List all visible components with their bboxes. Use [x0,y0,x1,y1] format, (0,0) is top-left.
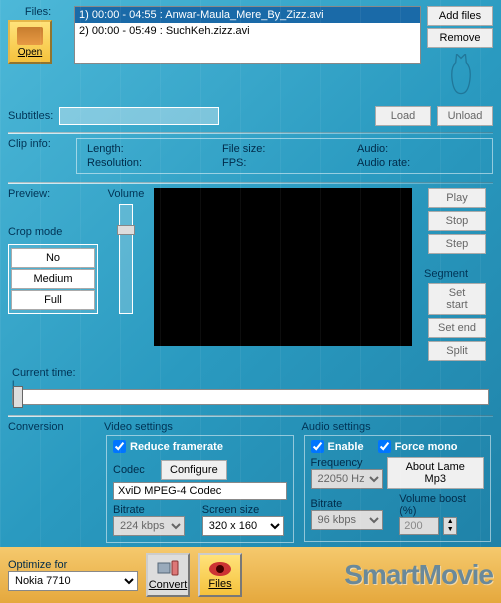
brand-logo: SmartMovie [344,559,493,591]
load-button[interactable]: Load [375,106,431,126]
remove-button[interactable]: Remove [427,28,493,48]
video-settings-label: Video settings [104,421,296,433]
open-button[interactable]: Open [8,20,52,64]
reduce-framerate-check[interactable]: Reduce framerate [113,440,223,453]
forcemono-check[interactable]: Force mono [378,440,458,453]
unload-button[interactable]: Unload [437,106,493,126]
files-label: Files: [8,6,68,18]
configure-button[interactable]: Configure [161,460,227,480]
setend-button[interactable]: Set end [428,318,486,338]
clipinfo-label: Clip info: [8,138,68,174]
clipinfo-panel: Length: File size: Audio: Resolution: FP… [76,138,493,174]
audio-bitrate-select[interactable]: 96 kbps [311,510,383,530]
frequency-select[interactable]: 22050 Hz [311,469,383,489]
fps-label: FPS: [222,157,347,169]
about-lame-button[interactable]: About Lame Mp3 [387,457,485,489]
volboost-label: Volume boost (%) [399,493,484,517]
eye-icon [208,560,232,578]
screensize-select[interactable]: 320 x 160 [202,516,284,536]
crop-full[interactable]: Full [11,290,95,310]
optimize-label: Optimize for [8,559,138,571]
resolution-label: Resolution: [87,157,212,169]
convert-icon [157,559,179,579]
cropmode-label: Crop mode [8,226,98,238]
add-files-button[interactable]: Add files [427,6,493,26]
volboost-field[interactable] [399,517,439,535]
audio-bitrate-label: Bitrate [311,498,396,510]
crop-medium[interactable]: Medium [11,269,95,289]
audiorate-label: Audio rate: [357,157,482,169]
volboost-stepper[interactable]: ▲▼ [443,517,457,535]
audio-settings-label: Audio settings [302,421,494,433]
codec-field[interactable] [113,482,287,500]
play-button[interactable]: Play [428,188,486,208]
crop-mode-group: No Medium Full [8,244,98,314]
conversion-label: Conversion [8,421,98,433]
enable-audio-check[interactable]: Enable [311,440,364,453]
list-item[interactable]: 1) 00:00 - 04:55 : Anwar-Maula_Mere_By_Z… [75,7,420,23]
preview-video [154,188,412,346]
frequency-label: Frequency [311,457,383,469]
setstart-button[interactable]: Set start [428,283,486,315]
video-bitrate-select[interactable]: 224 kbps [113,516,185,536]
file-list[interactable]: 1) 00:00 - 04:55 : Anwar-Maula_Mere_By_Z… [74,6,421,64]
subtitles-label: Subtitles: [8,110,53,122]
preview-label: Preview: [8,188,98,200]
open-label: Open [18,47,42,58]
volume-thumb[interactable] [117,225,135,235]
step-button[interactable]: Step [428,234,486,254]
currenttime-label: Current time: [12,367,489,379]
volume-slider[interactable] [119,204,133,314]
codec-label: Codec [113,464,157,476]
convert-button[interactable]: Convert [146,553,190,597]
audio-label: Audio: [357,143,482,155]
bitrate-label: Bitrate [113,504,198,516]
audio-settings-group: Enable Force mono Frequency 22050 Hz Abo… [304,435,492,542]
optimize-select[interactable]: Nokia 7710 [8,571,138,591]
files-button[interactable]: Files [198,553,242,597]
filesize-label: File size: [222,143,347,155]
split-button[interactable]: Split [428,341,486,361]
screensize-label: Screen size [202,504,287,516]
timeline-slider[interactable] [12,389,489,405]
list-item[interactable]: 2) 00:00 - 05:49 : SuchKeh.zizz.avi [75,23,420,39]
segment-label: Segment [424,268,468,280]
video-settings-group: Reduce framerate Codec Configure Bitrate… [106,435,294,543]
length-label: Length: [87,143,212,155]
subtitles-input[interactable] [59,107,219,125]
stop-button[interactable]: Stop [428,211,486,231]
timeline-thumb[interactable] [13,386,23,408]
volume-label: Volume [108,188,145,200]
cat-icon [443,54,479,98]
folder-icon [17,27,43,45]
crop-no[interactable]: No [11,248,95,268]
